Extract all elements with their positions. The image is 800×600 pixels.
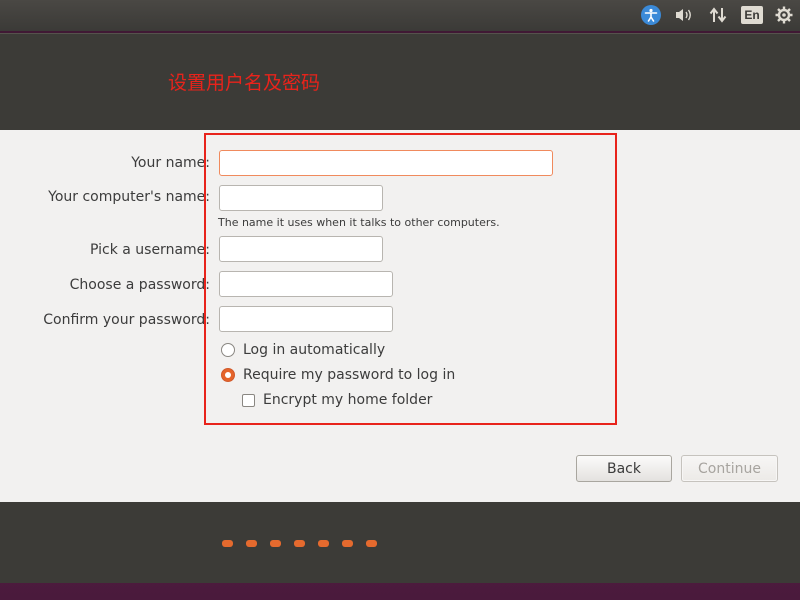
accessibility-icon[interactable] [640, 4, 662, 26]
login-automatically-label: Log in automatically [243, 342, 386, 358]
progress-dot [270, 540, 281, 547]
password-input[interactable] [219, 271, 393, 297]
username-input[interactable] [219, 236, 383, 262]
continue-button[interactable]: Continue [681, 455, 778, 482]
language-indicator: En [741, 6, 763, 24]
progress-dot [318, 540, 329, 547]
keyboard-layout-icon[interactable]: En [741, 4, 763, 26]
your-name-label: Your name: [131, 155, 210, 171]
login-automatically-radio[interactable] [221, 343, 235, 357]
require-password-label: Require my password to log in [243, 367, 456, 383]
progress-dots [222, 540, 377, 547]
installer-window: 设置用户名及密码 Your name: Your computer's name… [0, 33, 800, 583]
encrypt-home-option[interactable]: Encrypt my home folder [242, 392, 432, 408]
computer-name-input[interactable] [219, 185, 383, 211]
confirm-password-input[interactable] [219, 306, 393, 332]
username-label: Pick a username: [89, 242, 210, 258]
progress-dot [246, 540, 257, 547]
require-password-option[interactable]: Require my password to log in [221, 367, 455, 383]
volume-icon[interactable] [672, 4, 696, 26]
require-password-radio[interactable] [221, 368, 235, 382]
password-label: Choose a password: [69, 277, 210, 293]
progress-dot [366, 540, 377, 547]
progress-dot [342, 540, 353, 547]
your-name-input[interactable] [219, 150, 553, 176]
progress-dot [294, 540, 305, 547]
confirm-password-label: Confirm your password: [43, 312, 210, 328]
login-automatically-option[interactable]: Log in automatically [221, 342, 385, 358]
page-title: 设置用户名及密码 [168, 72, 321, 94]
network-icon[interactable] [706, 4, 730, 26]
progress-dot [222, 540, 233, 547]
back-button[interactable]: Back [576, 455, 672, 482]
computer-name-label: Your computer's name: [48, 189, 210, 205]
computer-name-hint: The name it uses when it talks to other … [218, 216, 500, 229]
encrypt-home-checkbox[interactable] [242, 393, 255, 407]
window-footer [0, 502, 800, 583]
window-header: 设置用户名及密码 [0, 33, 800, 130]
encrypt-home-label: Encrypt my home folder [263, 392, 433, 408]
top-panel: En [0, 0, 800, 31]
settings-gear-icon[interactable] [772, 4, 796, 26]
